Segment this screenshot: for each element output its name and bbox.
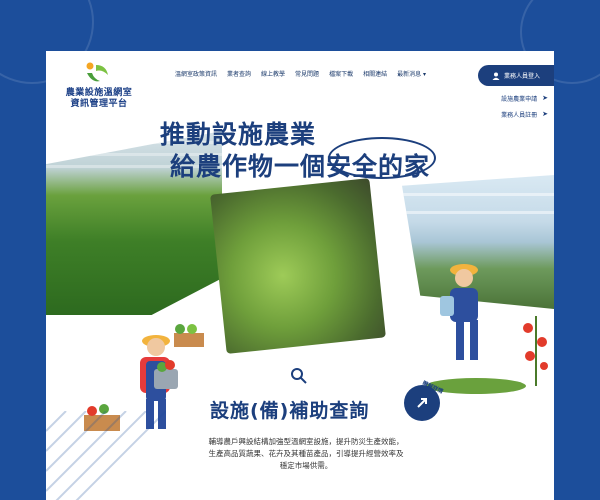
arrow-up-right-icon <box>417 398 427 408</box>
nav-item-online-teaching[interactable]: 線上教學 <box>256 69 290 78</box>
apply-link-label: 設施農業申請 <box>501 95 538 103</box>
nav-item-policy[interactable]: 溫網室政策資訊 <box>170 69 222 78</box>
search-icon <box>291 368 307 384</box>
nav-item-vendor-search[interactable]: 業者查詢 <box>222 69 256 78</box>
section-description: 輔導農戶興設結構加強型溫網室設施，提升防災生產效能， 生產高品質蔬果、花卉及其種… <box>166 436 446 472</box>
staff-login-label: 業務人員登入 <box>503 73 540 80</box>
logo-icon <box>86 62 108 82</box>
main-nav: 溫網室政策資訊 業者查詢 線上教學 常見問題 檔案下載 相關連結 最新消息 ▾ <box>170 69 431 78</box>
desc-line-1: 輔導農戶興設結構加強型溫網室設施，提升防災生產效能， <box>208 437 404 446</box>
hero-headline-line1: 推動設施農業 <box>160 120 317 149</box>
nav-item-news[interactable]: 最新消息 ▾ <box>392 69 431 78</box>
desc-line-2: 生產高品質蔬果、花卉及其種苗產品，引導提升經營效率及 <box>208 449 404 458</box>
nav-item-links[interactable]: 相關連結 <box>358 69 392 78</box>
page-container: 農業設施溫網室 資訊管理平台 溫網室政策資訊 業者查詢 線上教學 常見問題 檔案… <box>46 51 554 500</box>
section-title: 設施(備)補助查詢 <box>210 400 370 422</box>
site-logo[interactable]: 農業設施溫網室 資訊管理平台 <box>54 59 144 109</box>
send-icon: ➤ <box>542 110 548 118</box>
staff-register-label: 業務人員註冊 <box>501 111 538 119</box>
logo-title-line2: 資訊管理平台 <box>70 99 128 109</box>
staff-login-button[interactable]: 業務人員登入 <box>478 65 554 86</box>
staff-register-link[interactable]: 業務人員註冊 ➤ <box>490 107 554 121</box>
farmer-illustration-right <box>426 264 548 394</box>
apply-link[interactable]: 設施農業申請 ➤ <box>490 91 554 105</box>
desc-line-3: 穩定市場供需。 <box>279 461 333 470</box>
send-icon: ➤ <box>542 94 548 102</box>
seedling-photo <box>210 178 386 354</box>
headline-highlight-circle <box>328 137 436 179</box>
nav-item-faq[interactable]: 常見問題 <box>290 69 324 78</box>
nav-item-downloads[interactable]: 檔案下載 <box>324 69 358 78</box>
decorative-pattern <box>46 411 166 500</box>
user-icon <box>492 72 500 80</box>
